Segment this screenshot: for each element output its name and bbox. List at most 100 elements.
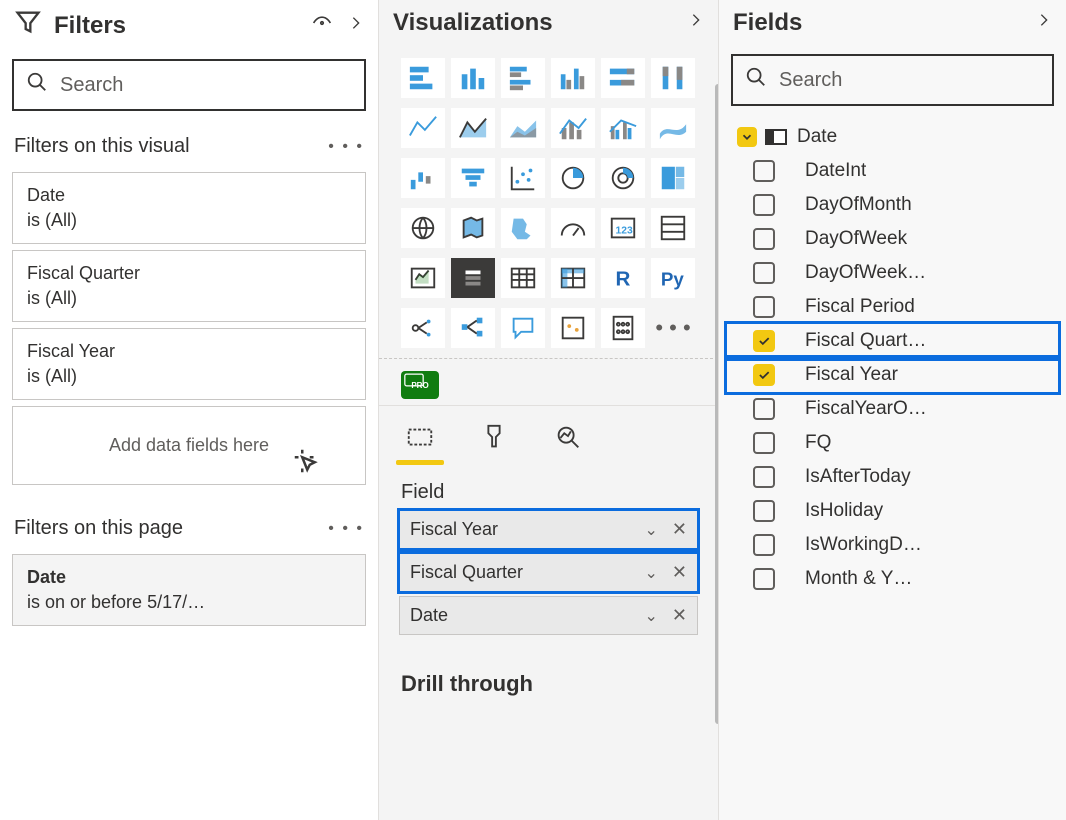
fields-search[interactable]: Search: [731, 54, 1054, 106]
stacked100-bar-icon[interactable]: [601, 58, 645, 98]
filter-card[interactable]: Dateis on or before 5/17/…: [12, 554, 366, 626]
checkbox[interactable]: [753, 534, 775, 556]
field-name: IsHoliday: [805, 500, 883, 522]
field-name: IsAfterToday: [805, 466, 911, 488]
map-icon[interactable]: [401, 208, 445, 248]
scatter-icon[interactable]: [501, 158, 545, 198]
svg-text:Py: Py: [661, 269, 685, 290]
clustered-bar-icon[interactable]: [501, 58, 545, 98]
checkbox[interactable]: [753, 364, 775, 386]
checkbox[interactable]: [753, 432, 775, 454]
pro-badge-icon[interactable]: PRO: [401, 371, 439, 399]
paginated-report-icon[interactable]: [601, 308, 645, 348]
field-item[interactable]: IsWorkingD…: [727, 528, 1058, 562]
checkbox[interactable]: [753, 500, 775, 522]
slicer-icon[interactable]: [451, 258, 495, 298]
checkbox[interactable]: [753, 398, 775, 420]
filter-card[interactable]: Fiscal Quarteris (All): [12, 250, 366, 322]
format-tab[interactable]: [475, 422, 513, 465]
field-item[interactable]: Month & Y…: [727, 562, 1058, 596]
waterfall-icon[interactable]: [401, 158, 445, 198]
key-influencers-icon[interactable]: [401, 308, 445, 348]
fields-tab[interactable]: [401, 422, 439, 465]
field-name: IsWorkingD…: [805, 534, 922, 556]
checkbox[interactable]: [753, 194, 775, 216]
checkbox[interactable]: [753, 296, 775, 318]
remove-icon[interactable]: ✕: [672, 562, 687, 583]
checkbox[interactable]: [753, 330, 775, 352]
table-icon[interactable]: [501, 258, 545, 298]
field-item[interactable]: FQ: [727, 426, 1058, 460]
field-item[interactable]: FiscalYearO…: [727, 392, 1058, 426]
table-row-date[interactable]: Date: [727, 120, 1058, 154]
field-item[interactable]: IsAfterToday: [727, 460, 1058, 494]
remove-icon[interactable]: ✕: [672, 605, 687, 626]
gauge-icon[interactable]: [551, 208, 595, 248]
field-item[interactable]: DayOfMonth: [727, 188, 1058, 222]
checkbox[interactable]: [753, 160, 775, 182]
multi-row-card-icon[interactable]: [651, 208, 695, 248]
area-chart-icon[interactable]: [451, 108, 495, 148]
chevron-right-icon[interactable]: [688, 8, 704, 38]
field-item[interactable]: DateInt: [727, 154, 1058, 188]
chevron-right-icon[interactable]: [348, 11, 364, 41]
treemap-icon[interactable]: [651, 158, 695, 198]
field-item[interactable]: Fiscal Quart…: [727, 324, 1058, 358]
kpi-icon[interactable]: [401, 258, 445, 298]
line-chart-icon[interactable]: [401, 108, 445, 148]
qa-visual-icon[interactable]: [501, 308, 545, 348]
stacked100-column-icon[interactable]: [651, 58, 695, 98]
checkbox[interactable]: [753, 568, 775, 590]
field-well-item[interactable]: Fiscal Year⌄✕: [399, 510, 698, 549]
expand-icon[interactable]: [737, 127, 757, 147]
filter-card[interactable]: Dateis (All): [12, 172, 366, 244]
clustered-column-icon[interactable]: [551, 58, 595, 98]
analytics-tab[interactable]: [549, 422, 587, 465]
chevron-down-icon[interactable]: ⌄: [645, 606, 658, 626]
field-item[interactable]: DayOfWeek: [727, 222, 1058, 256]
stacked-area-icon[interactable]: [501, 108, 545, 148]
filled-map-icon[interactable]: [451, 208, 495, 248]
chevron-down-icon[interactable]: ⌄: [645, 563, 658, 583]
card-icon[interactable]: 123: [601, 208, 645, 248]
more-icon[interactable]: • • •: [328, 138, 364, 156]
python-visual-icon[interactable]: Py: [651, 258, 695, 298]
fields-pane: Fields Search Date DateIntDayOfMonthDayO…: [718, 0, 1066, 820]
chevron-down-icon[interactable]: ⌄: [645, 520, 658, 540]
more-icon[interactable]: • • •: [328, 520, 364, 538]
pie-icon[interactable]: [551, 158, 595, 198]
field-well-item[interactable]: Date⌄✕: [399, 596, 698, 635]
table-name: Date: [797, 126, 837, 148]
remove-icon[interactable]: ✕: [672, 519, 687, 540]
viz-title: Visualizations: [393, 9, 553, 37]
field-well[interactable]: Fiscal Year⌄✕Fiscal Quarter⌄✕Date⌄✕: [379, 510, 718, 653]
combo-line-clustered-icon[interactable]: [601, 108, 645, 148]
field-well-item[interactable]: Fiscal Quarter⌄✕: [399, 553, 698, 592]
checkbox[interactable]: [753, 228, 775, 250]
checkbox[interactable]: [753, 466, 775, 488]
filters-title: Filters: [54, 12, 126, 40]
funnel-icon[interactable]: [451, 158, 495, 198]
eye-icon[interactable]: [310, 12, 334, 40]
shape-map-icon[interactable]: [501, 208, 545, 248]
field-item[interactable]: Fiscal Period: [727, 290, 1058, 324]
stacked-bar-icon[interactable]: [401, 58, 445, 98]
ribbon-chart-icon[interactable]: [651, 108, 695, 148]
filters-page-section: Filters on this page • • •: [0, 503, 378, 548]
filters-search[interactable]: Search: [12, 59, 366, 111]
checkbox[interactable]: [753, 262, 775, 284]
smart-narrative-icon[interactable]: [551, 308, 595, 348]
chevron-right-icon[interactable]: [1036, 8, 1052, 38]
field-item[interactable]: IsHoliday: [727, 494, 1058, 528]
filters-dropzone[interactable]: Add data fields here: [12, 406, 366, 485]
matrix-icon[interactable]: [551, 258, 595, 298]
field-item[interactable]: DayOfWeek…: [727, 256, 1058, 290]
field-item[interactable]: Fiscal Year: [727, 358, 1058, 392]
decomposition-tree-icon[interactable]: [451, 308, 495, 348]
filter-card[interactable]: Fiscal Yearis (All): [12, 328, 366, 400]
donut-icon[interactable]: [601, 158, 645, 198]
more-visuals-icon[interactable]: • • •: [651, 308, 695, 348]
combo-line-column-icon[interactable]: [551, 108, 595, 148]
r-visual-icon[interactable]: R: [601, 258, 645, 298]
stacked-column-icon[interactable]: [451, 58, 495, 98]
